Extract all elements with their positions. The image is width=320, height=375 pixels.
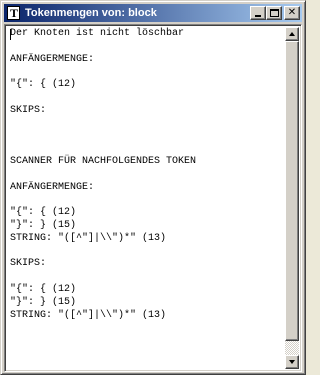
text-line: [10, 246, 285, 259]
text-line: [10, 66, 285, 79]
text-line: SKIPS:: [10, 258, 47, 270]
close-icon: ✕: [287, 7, 297, 18]
text-line: SCANNER FÜR NACHFOLGENDES TOKEN: [10, 155, 197, 167]
minimize-icon: [255, 15, 261, 17]
text-line: [10, 194, 285, 207]
text-line: SKIPS:: [10, 104, 47, 116]
text-line: Der Knoten ist nicht löschbar: [10, 28, 185, 39]
close-button[interactable]: ✕: [284, 6, 300, 20]
text-line: [10, 271, 285, 284]
vertical-scrollbar[interactable]: [285, 27, 299, 369]
text-line: [10, 169, 285, 182]
arrow-down-icon: [289, 360, 295, 364]
text-line: [10, 41, 285, 54]
text-document-t-icon[interactable]: T: [6, 5, 22, 21]
caption-buttons: ✕: [250, 6, 300, 20]
text-line: ANFÄNGERMENGE:: [10, 53, 95, 65]
text-line: "{": { (12): [10, 207, 77, 219]
maximize-icon: [270, 9, 279, 17]
text-line: "}": } (15): [10, 219, 77, 231]
text-line: [10, 92, 285, 105]
window-title: Tokenmengen von: block: [25, 7, 157, 19]
maximize-button[interactable]: [266, 6, 282, 20]
title-bar[interactable]: T Tokenmengen von: block ✕: [4, 4, 302, 22]
text-line: [10, 143, 285, 156]
text-line: STRING: "([^"]|\\")*" (13): [10, 309, 167, 321]
text-line: "}": } (15): [10, 296, 77, 308]
token-text-content: Der Knoten ist nicht löschbar ANFÄNGERMEN…: [7, 27, 285, 322]
text-view-frame: Der Knoten ist nicht löschbar ANFÄNGERMEN…: [4, 24, 302, 372]
tokenmengen-window: T Tokenmengen von: block ✕ Der Knoten is…: [0, 0, 306, 375]
text-line: "{": { (12): [10, 283, 77, 295]
minimize-button[interactable]: [250, 6, 266, 20]
text-caret: [10, 29, 11, 40]
text-line: ANFÄNGERMENGE:: [10, 181, 95, 193]
scroll-down-button[interactable]: [285, 355, 299, 369]
text-line: STRING: "([^"]|\\")*" (13): [10, 232, 167, 244]
scroll-up-button[interactable]: [285, 27, 299, 41]
scroll-thumb[interactable]: [285, 41, 299, 341]
text-line: [10, 118, 285, 131]
text-line: [10, 130, 285, 143]
token-text-area[interactable]: Der Knoten ist nicht löschbar ANFÄNGERMEN…: [7, 27, 285, 369]
arrow-up-icon: [289, 32, 295, 36]
text-line: "{": { (12): [10, 79, 77, 91]
